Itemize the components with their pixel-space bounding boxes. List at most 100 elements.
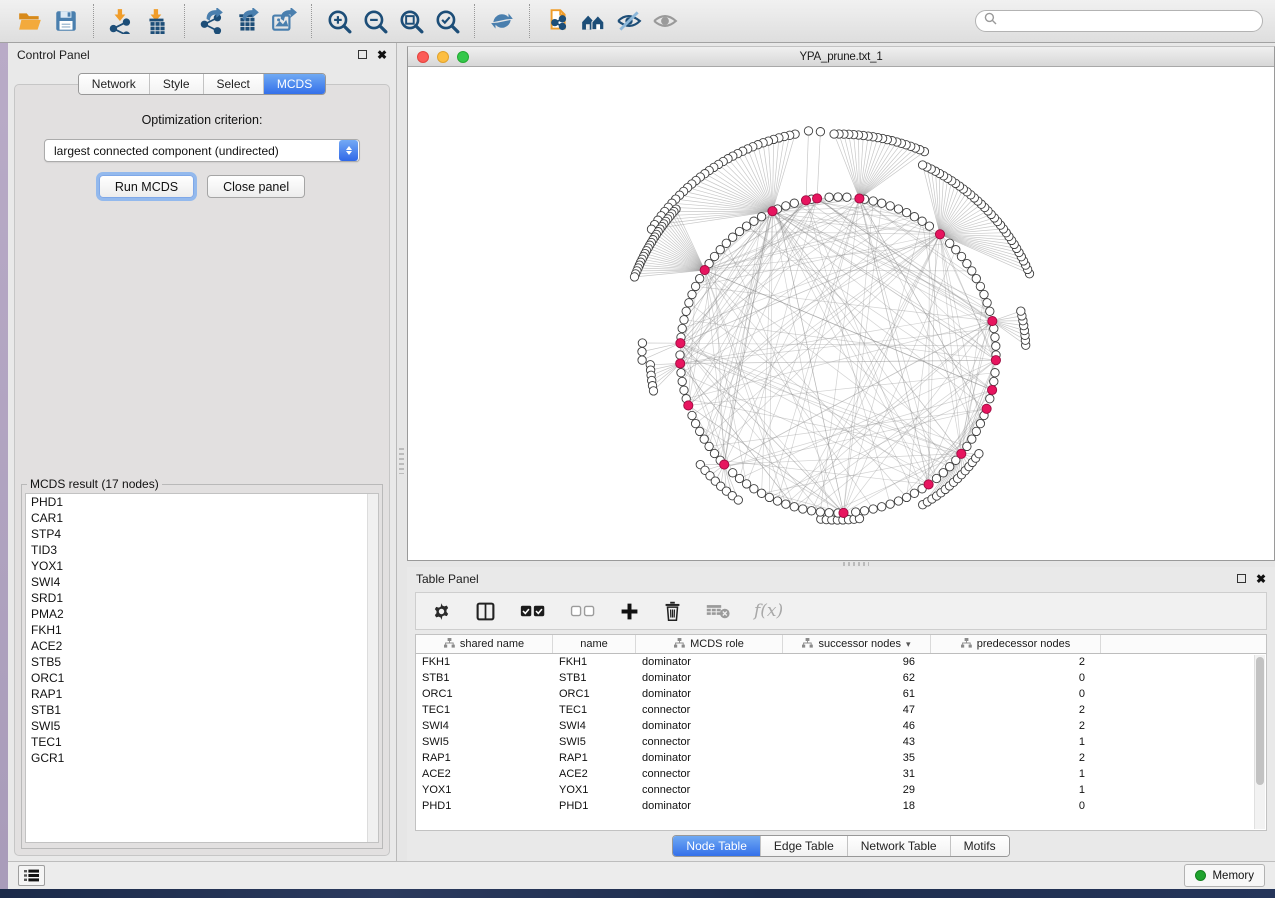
criterion-select[interactable]: largest connected component (undirected) xyxy=(44,139,360,162)
table-cell[interactable]: SWI5 xyxy=(553,736,636,748)
search-box[interactable] xyxy=(975,10,1263,32)
tab-edge-table[interactable]: Edge Table xyxy=(760,836,847,856)
network-graph[interactable] xyxy=(408,67,1273,560)
table-row[interactable]: SWI4SWI4dominator462 xyxy=(416,718,1266,734)
close-panel-icon[interactable]: ✖ xyxy=(1256,573,1266,585)
table-row[interactable]: PHD1PHD1dominator180 xyxy=(416,798,1266,814)
table-cell[interactable]: 1 xyxy=(931,784,1101,796)
table-cell[interactable]: 43 xyxy=(783,736,931,748)
vertical-splitter[interactable] xyxy=(397,43,407,861)
tab-network[interactable]: Network xyxy=(79,74,149,94)
tab-node-table[interactable]: Node Table xyxy=(673,836,760,856)
hide-selected-icon[interactable] xyxy=(611,4,647,38)
run-mcds-button[interactable]: Run MCDS xyxy=(99,175,194,198)
horizontal-splitter[interactable] xyxy=(407,561,1275,567)
scrollbar-thumb[interactable] xyxy=(1256,657,1264,785)
tab-style[interactable]: Style xyxy=(149,74,203,94)
table-cell[interactable]: connector xyxy=(636,768,783,780)
table-cell[interactable]: FKH1 xyxy=(416,656,553,668)
export-table-icon[interactable] xyxy=(230,4,266,38)
table-cell[interactable]: PHD1 xyxy=(553,800,636,812)
table-cell[interactable]: 0 xyxy=(931,688,1101,700)
table-cell[interactable]: dominator xyxy=(636,688,783,700)
table-cell[interactable]: RAP1 xyxy=(416,752,553,764)
table-cell[interactable]: 0 xyxy=(931,672,1101,684)
show-all-icon[interactable] xyxy=(647,4,683,38)
mcds-result-item[interactable]: ORC1 xyxy=(26,670,378,686)
table-cell[interactable]: 62 xyxy=(783,672,931,684)
save-session-icon[interactable] xyxy=(48,4,84,38)
float-panel-icon[interactable] xyxy=(1237,574,1246,583)
open-file-icon[interactable] xyxy=(12,4,48,38)
export-network-icon[interactable] xyxy=(194,4,230,38)
apply-layout-icon[interactable] xyxy=(484,4,520,38)
table-scrollbar[interactable] xyxy=(1254,655,1265,829)
table-cell[interactable]: 96 xyxy=(783,656,931,668)
table-cell[interactable]: dominator xyxy=(636,720,783,732)
table-row[interactable]: RAP1RAP1dominator352 xyxy=(416,750,1266,766)
mcds-result-item[interactable]: TID3 xyxy=(26,542,378,558)
maximize-window-icon[interactable] xyxy=(457,51,469,63)
export-image-icon[interactable] xyxy=(266,4,302,38)
mcds-result-item[interactable]: SWI5 xyxy=(26,718,378,734)
table-cell[interactable]: ACE2 xyxy=(553,768,636,780)
minimize-window-icon[interactable] xyxy=(437,51,449,63)
tab-motifs[interactable]: Motifs xyxy=(950,836,1009,856)
mcds-result-item[interactable]: GCR1 xyxy=(26,750,378,766)
table-cell[interactable]: connector xyxy=(636,784,783,796)
column-header-MCDS-role[interactable]: MCDS role xyxy=(636,635,783,653)
search-input[interactable] xyxy=(1002,15,1254,27)
gear-icon[interactable] xyxy=(432,602,451,621)
mcds-result-item[interactable]: PHD1 xyxy=(26,494,378,510)
task-history-button[interactable] xyxy=(18,865,45,886)
table-cell[interactable]: YOX1 xyxy=(553,784,636,796)
table-cell[interactable]: 47 xyxy=(783,704,931,716)
first-neighbors-icon[interactable] xyxy=(575,4,611,38)
close-panel-icon[interactable]: ✖ xyxy=(377,49,387,61)
table-row[interactable]: SWI5SWI5connector431 xyxy=(416,734,1266,750)
memory-button[interactable]: Memory xyxy=(1184,864,1265,887)
table-row[interactable]: FKH1FKH1dominator962 xyxy=(416,654,1266,670)
mcds-result-item[interactable]: STP4 xyxy=(26,526,378,542)
tab-select[interactable]: Select xyxy=(203,74,263,94)
table-cell[interactable]: ACE2 xyxy=(416,768,553,780)
table-cell[interactable]: 61 xyxy=(783,688,931,700)
table-cell[interactable]: STB1 xyxy=(416,672,553,684)
table-cell[interactable]: dominator xyxy=(636,656,783,668)
mcds-result-item[interactable]: SWI4 xyxy=(26,574,378,590)
table-cell[interactable]: YOX1 xyxy=(416,784,553,796)
zoom-fit-icon[interactable] xyxy=(393,4,429,38)
table-cell[interactable]: SWI5 xyxy=(416,736,553,748)
table-cell[interactable]: 1 xyxy=(931,768,1101,780)
table-cell[interactable]: 2 xyxy=(931,704,1101,716)
mcds-result-item[interactable]: TEC1 xyxy=(26,734,378,750)
table-cell[interactable]: RAP1 xyxy=(553,752,636,764)
add-column-icon[interactable] xyxy=(620,602,639,621)
zoom-out-icon[interactable] xyxy=(357,4,393,38)
network-canvas[interactable] xyxy=(408,67,1274,560)
column-header-shared-name[interactable]: shared name xyxy=(416,635,553,653)
zoom-in-icon[interactable] xyxy=(321,4,357,38)
mcds-list-scrollbar[interactable] xyxy=(367,494,378,842)
mcds-result-item[interactable]: YOX1 xyxy=(26,558,378,574)
table-cell[interactable]: STB1 xyxy=(553,672,636,684)
table-cell[interactable]: dominator xyxy=(636,800,783,812)
table-row[interactable]: YOX1YOX1connector291 xyxy=(416,782,1266,798)
mcds-result-item[interactable]: CAR1 xyxy=(26,510,378,526)
select-all-icon[interactable] xyxy=(520,604,546,618)
table-cell[interactable]: ORC1 xyxy=(553,688,636,700)
column-header-successor-nodes[interactable]: successor nodes▾ xyxy=(783,635,931,653)
table-cell[interactable]: connector xyxy=(636,704,783,716)
table-cell[interactable]: SWI4 xyxy=(553,720,636,732)
table-cell[interactable]: SWI4 xyxy=(416,720,553,732)
close-panel-button[interactable]: Close panel xyxy=(207,175,305,198)
table-cell[interactable]: 2 xyxy=(931,656,1101,668)
table-cell[interactable]: 2 xyxy=(931,752,1101,764)
table-cell[interactable]: TEC1 xyxy=(553,704,636,716)
table-cell[interactable]: 29 xyxy=(783,784,931,796)
import-table-icon[interactable] xyxy=(139,4,175,38)
table-cell[interactable]: 31 xyxy=(783,768,931,780)
columns-icon[interactable] xyxy=(475,601,496,622)
mcds-result-item[interactable]: PMA2 xyxy=(26,606,378,622)
mcds-result-item[interactable]: RAP1 xyxy=(26,686,378,702)
